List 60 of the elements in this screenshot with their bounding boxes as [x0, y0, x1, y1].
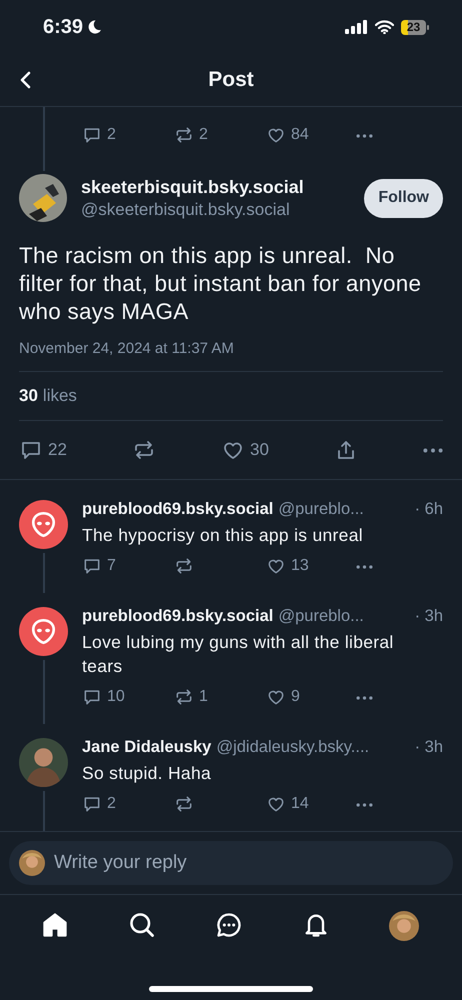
reply-text: Love lubing my guns with all the liberal tears: [82, 631, 395, 678]
likes-label: likes: [42, 386, 77, 406]
user-handle: @jdidaleusky.bsky....: [216, 738, 370, 757]
more-button[interactable]: [356, 134, 373, 138]
reply-button[interactable]: 22: [19, 438, 67, 462]
repost-icon: [174, 687, 194, 707]
repost-button[interactable]: 2: [174, 125, 208, 145]
reply-button[interactable]: 2: [82, 125, 116, 145]
display-name: Jane Didaleusky: [82, 738, 212, 757]
likes-count: 30: [19, 386, 38, 406]
like-button[interactable]: 9: [266, 687, 300, 707]
reply-text: The hypocrisy on this app is unreal: [82, 524, 364, 547]
more-icon: [422, 448, 443, 452]
repost-button[interactable]: 1: [174, 687, 208, 707]
display-name: skeeterbisquit.bsky.social: [81, 176, 305, 198]
user-handle: @skeeterbisquit.bsky.social: [81, 200, 291, 220]
alien-avatar[interactable]: [19, 607, 68, 656]
more-icon: [356, 696, 373, 700]
moon-icon: [87, 19, 102, 35]
display-name: pureblood69.bsky.social: [82, 500, 274, 519]
like-button[interactable]: 84: [266, 125, 309, 145]
like-button[interactable]: 13: [266, 556, 309, 576]
reply-text: So stupid. Haha: [82, 762, 212, 785]
page-title: Post: [208, 68, 254, 92]
reply-button[interactable]: 10: [82, 687, 125, 707]
thread-line: [42, 553, 44, 593]
like-button[interactable]: 14: [266, 794, 309, 814]
post-time: · 3h: [414, 607, 443, 626]
more-button[interactable]: [356, 803, 373, 807]
signal-icon: [345, 20, 368, 34]
display-name: pureblood69.bsky.social: [82, 607, 274, 626]
post-time: · 6h: [414, 500, 443, 519]
repost-button[interactable]: [174, 556, 194, 576]
repost-icon: [174, 125, 194, 145]
repost-icon: [174, 556, 194, 576]
post-text: The racism on this app is unreal. No filter for that, but instant ban for anyone who says MAGA: [19, 242, 422, 326]
follow-button[interactable]: Follow: [364, 178, 443, 218]
user-avatar[interactable]: [19, 738, 68, 787]
wifi-icon: [375, 20, 394, 34]
post-timestamp: November 24, 2024 at 11:37 AM: [19, 340, 443, 372]
user-handle: @pureblo...: [278, 500, 365, 519]
more-button[interactable]: [356, 565, 373, 569]
more-icon: [356, 565, 373, 569]
repost-icon: [174, 794, 194, 814]
reply-field[interactable]: Write your reply: [9, 841, 453, 885]
alien-avatar[interactable]: [19, 500, 68, 549]
reply-button[interactable]: 7: [82, 556, 116, 576]
user-avatar[interactable]: [19, 174, 67, 222]
thread-line: [42, 660, 44, 724]
clock-time: 6:39: [43, 16, 84, 38]
back-icon: [18, 70, 32, 90]
like-button[interactable]: 30: [220, 438, 269, 462]
repost-button[interactable]: [174, 794, 194, 814]
user-handle: @pureblo...: [278, 607, 365, 626]
reply-button[interactable]: 2: [82, 794, 116, 814]
post-time: · 3h: [414, 738, 443, 757]
more-icon: [356, 134, 373, 138]
more-button[interactable]: [356, 696, 373, 700]
more-button[interactable]: [422, 448, 443, 452]
more-icon: [356, 803, 373, 807]
